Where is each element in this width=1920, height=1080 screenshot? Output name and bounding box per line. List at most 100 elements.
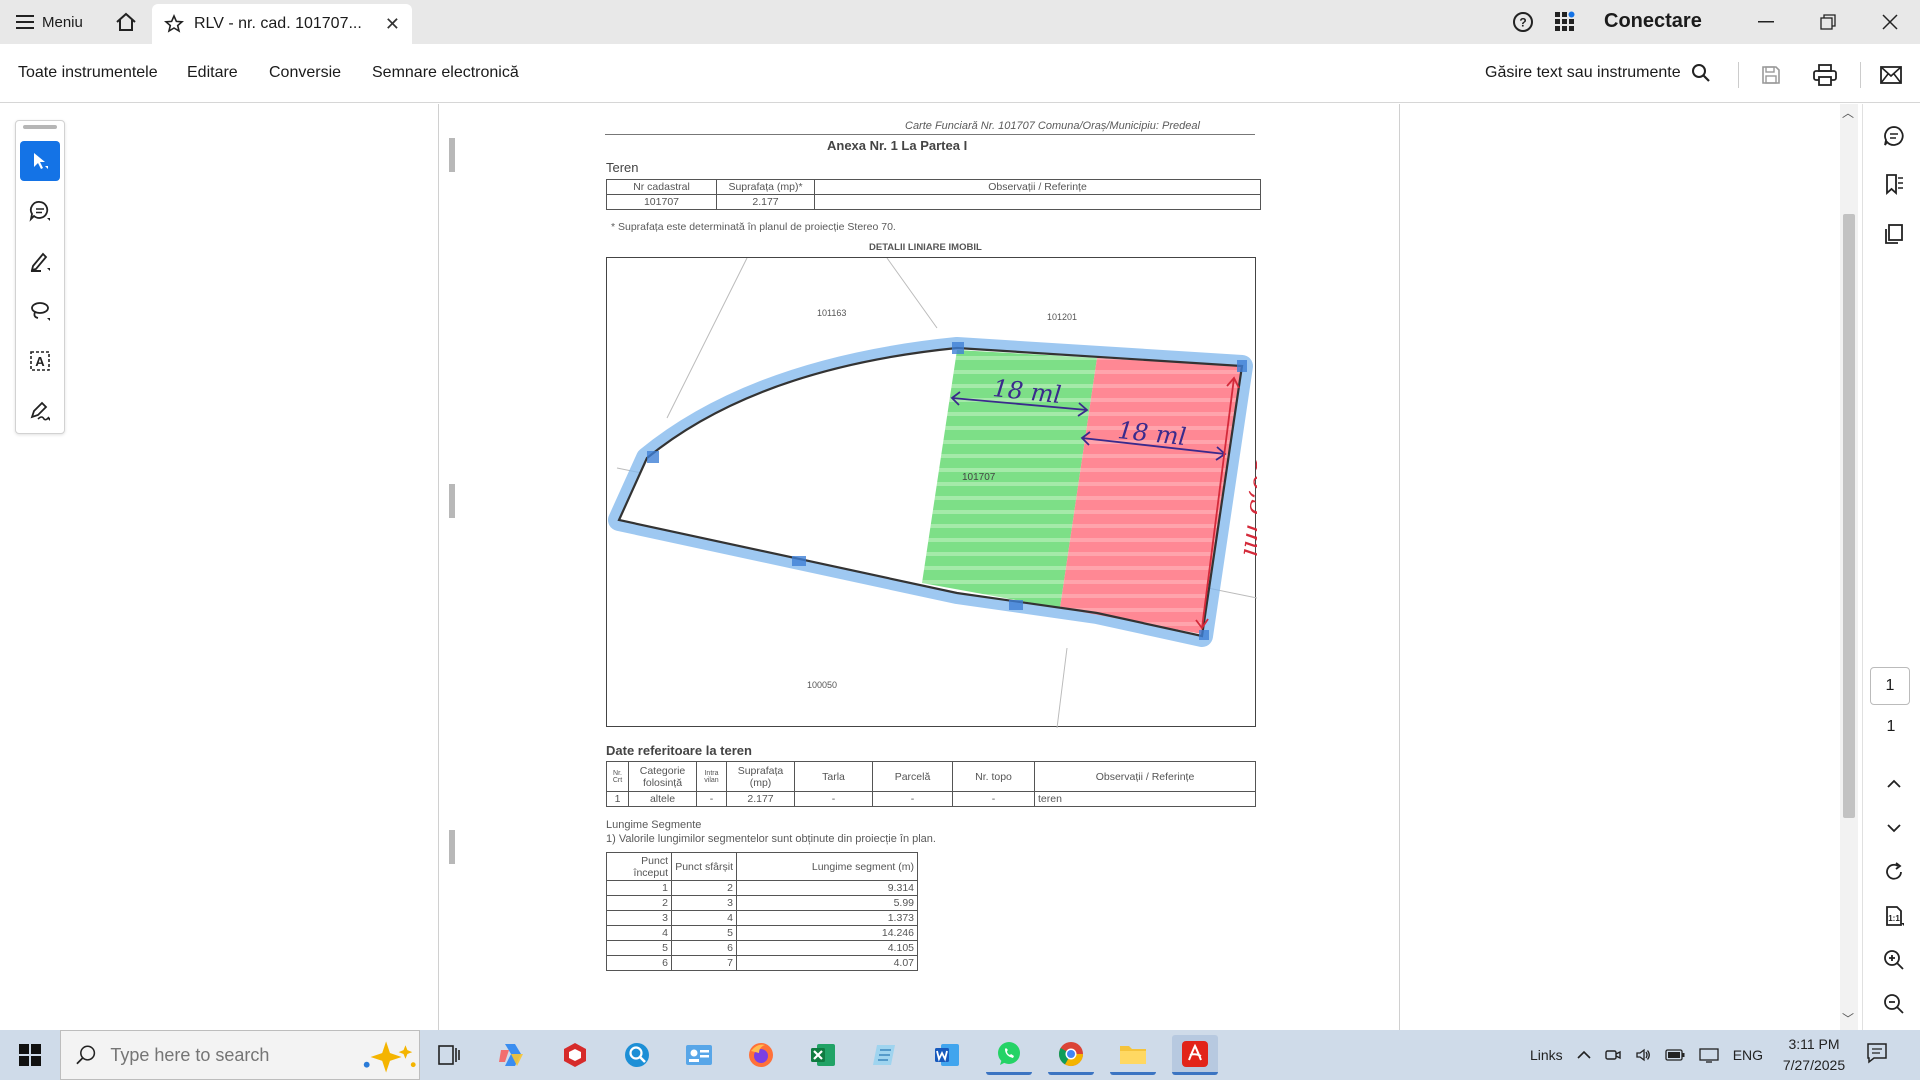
document-tab[interactable]: RLV - nr. cad. 101707... ✕ <box>152 4 412 44</box>
word-icon <box>935 1044 959 1066</box>
chrome-icon <box>1058 1041 1083 1066</box>
whatsapp-icon <box>998 1041 1020 1065</box>
close-window-button[interactable] <box>1870 6 1910 38</box>
volume-icon[interactable] <box>1635 1047 1651 1063</box>
close-tab-icon[interactable]: ✕ <box>385 14 400 35</box>
table-cell: 4 <box>671 910 737 926</box>
pdf-page: Carte Funciară Nr. 101707 Comuna/Oraș/Mu… <box>438 104 1400 1030</box>
home-button[interactable] <box>108 8 144 36</box>
zoom-in-button[interactable] <box>1880 946 1908 974</box>
taskbar-search[interactable] <box>60 1030 420 1080</box>
document-header-ref: Carte Funciară Nr. 101707 Comuna/Oraș/Mu… <box>905 120 1200 132</box>
comment-tool[interactable] <box>20 191 60 231</box>
taskbar-app-security[interactable] <box>552 1035 598 1075</box>
zoom-out-button[interactable] <box>1880 990 1908 1018</box>
date-teren-table: Nr. Crt Categorie folosință Intra vilan … <box>606 761 1256 807</box>
quick-tools-panel: A <box>15 120 65 434</box>
table-cell: 5 <box>606 940 672 956</box>
notification-icon <box>1867 1043 1887 1064</box>
page-fit-button[interactable]: 1:1 <box>1880 902 1908 930</box>
battery-icon[interactable] <box>1665 1049 1685 1061</box>
table-cell: 3 <box>606 910 672 926</box>
table-header: Nr. topo <box>952 761 1035 792</box>
save-icon[interactable] <box>1756 60 1786 90</box>
lasso-icon <box>31 302 50 321</box>
taskbar-app-excel[interactable] <box>800 1035 846 1075</box>
draw-tool[interactable] <box>20 291 60 331</box>
taskbar-app-copilot[interactable] <box>488 1035 534 1075</box>
taskbar-app-file-explorer[interactable] <box>1110 1035 1156 1075</box>
edit-menu[interactable]: Editare <box>187 64 238 82</box>
home-icon <box>116 12 136 31</box>
table-cell: 6 <box>671 940 737 956</box>
taskbar-app-acrobat[interactable] <box>1172 1035 1218 1075</box>
network-icon[interactable] <box>1699 1047 1719 1063</box>
taskbar-app-word[interactable] <box>924 1035 970 1075</box>
taskbar-app-contacts[interactable] <box>676 1035 722 1075</box>
apps-icon[interactable] <box>1554 11 1576 38</box>
task-view-icon <box>438 1045 460 1065</box>
comments-panel-button[interactable] <box>1880 122 1908 150</box>
scroll-up-arrow[interactable]: ︿ <box>1842 104 1854 121</box>
drag-handle[interactable] <box>23 125 57 129</box>
help-icon[interactable]: ? <box>1512 11 1534 38</box>
pen-icon <box>30 252 50 272</box>
star-icon[interactable] <box>164 14 184 34</box>
search-input[interactable] <box>110 1044 343 1066</box>
menu-label: Meniu <box>42 13 83 31</box>
select-tool[interactable] <box>20 141 60 181</box>
signin-button[interactable]: Conectare <box>1604 10 1702 33</box>
excel-icon <box>811 1044 835 1066</box>
segment-note: 1) Valorile lungimilor segmentelor sunt … <box>606 833 936 845</box>
table-header: Parcelă <box>872 761 953 792</box>
taskbar-app-search-tool[interactable] <box>614 1035 660 1075</box>
bookmarks-button[interactable] <box>1880 170 1908 198</box>
taskbar-app-notes[interactable] <box>862 1035 908 1075</box>
parcel-label: 101163 <box>817 308 846 318</box>
page-down-button[interactable] <box>1880 814 1908 842</box>
notifications-button[interactable] <box>1866 1042 1888 1069</box>
scroll-down-arrow[interactable]: ﹀ <box>1842 1010 1854 1027</box>
taskbar-app-chrome[interactable] <box>1048 1035 1094 1075</box>
zoom-out-icon <box>1884 994 1904 1014</box>
table-cell: 101707 <box>606 194 717 210</box>
page-number-input[interactable]: 1 <box>1870 667 1910 705</box>
scrollbar-thumb[interactable] <box>1843 214 1855 818</box>
text-box-tool[interactable]: A <box>20 341 60 381</box>
menu-button[interactable]: Meniu <box>10 8 89 36</box>
clock[interactable]: 3:11 PM 7/27/2025 <box>1770 1034 1858 1076</box>
rotate-button[interactable] <box>1880 858 1908 886</box>
table-cell: 1 <box>606 791 629 807</box>
page-up-button[interactable] <box>1880 770 1908 798</box>
chevron-up-icon <box>1887 779 1901 788</box>
plan-title: DETALII LINIARE IMOBIL <box>869 242 982 253</box>
acrobat-icon <box>1182 1040 1208 1067</box>
pages-icon <box>1885 224 1903 244</box>
language-indicator[interactable]: ENG <box>1733 1047 1763 1063</box>
table-cell: - <box>952 791 1035 807</box>
meet-now-icon[interactable] <box>1604 1047 1621 1063</box>
table-cell: - <box>794 791 873 807</box>
email-icon[interactable] <box>1876 60 1906 90</box>
all-tools-menu[interactable]: Toate instrumentele <box>18 64 158 82</box>
minimize-button[interactable] <box>1746 6 1786 38</box>
pages-panel-button[interactable] <box>1880 220 1908 248</box>
print-icon[interactable] <box>1810 60 1840 90</box>
table-cell: 2.177 <box>716 194 815 210</box>
table-cell: 7 <box>671 955 737 971</box>
sign-tool[interactable] <box>20 391 60 431</box>
convert-menu[interactable]: Conversie <box>269 64 341 82</box>
chevron-up-icon[interactable] <box>1577 1050 1591 1060</box>
esign-menu[interactable]: Semnare electronică <box>372 64 519 82</box>
find-tools-button[interactable]: Găsire text sau instrumente <box>1485 63 1711 83</box>
highlight-tool[interactable] <box>20 241 60 281</box>
restore-button[interactable] <box>1808 6 1848 38</box>
task-view-button[interactable] <box>426 1035 472 1075</box>
teren-label: Teren <box>606 160 639 175</box>
links-toolbar[interactable]: Links <box>1530 1047 1563 1063</box>
start-button[interactable] <box>0 1030 60 1080</box>
taskbar-app-firefox[interactable] <box>738 1035 784 1075</box>
taskbar-app-whatsapp[interactable] <box>986 1035 1032 1075</box>
zoom-in-icon <box>1884 950 1904 970</box>
table-header: Observații / Referințe <box>1034 761 1256 792</box>
